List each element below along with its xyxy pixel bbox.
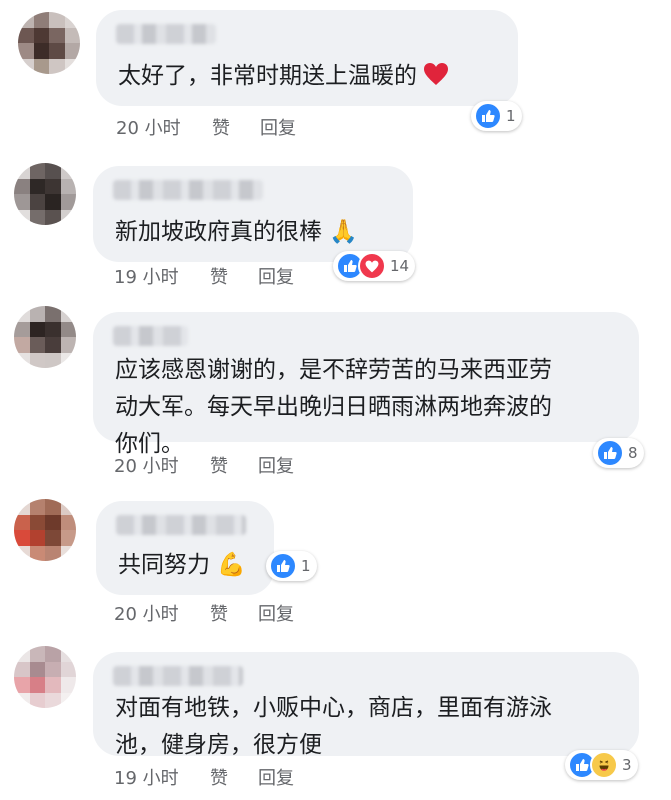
like-link[interactable]: 赞 — [210, 764, 258, 790]
comment-bubble: 共同努力 💪 — [96, 501, 274, 595]
comment-4: 共同努力 💪 1 20 小时 赞 回复 — [0, 485, 671, 630]
like-link[interactable]: 赞 — [210, 452, 258, 478]
avatar[interactable] — [14, 646, 76, 708]
avatar[interactable] — [18, 12, 80, 74]
reaction-summary[interactable]: 8 — [593, 438, 644, 468]
comment-text: 应该感恩谢谢的，是不辞劳苦的马来西亚劳 动大军。每天早出晚归日晒雨淋两地奔波的 … — [115, 357, 552, 457]
love-reaction-icon — [358, 252, 386, 280]
reaction-count: 1 — [506, 107, 516, 125]
comment-meta: 20 小时 赞 回复 — [114, 600, 294, 626]
comment-bubble: 对面有地铁，小贩中心，商店，里面有游泳 池，健身房，很方便 — [93, 652, 639, 758]
comment-text: 新加坡政府真的很棒 🙏 — [115, 219, 358, 245]
comment-bubble: 应该感恩谢谢的，是不辞劳苦的马来西亚劳 动大军。每天早出晚归日晒雨淋两地奔波的 … — [93, 312, 639, 457]
author-name-blurred[interactable] — [113, 180, 263, 200]
comment-meta: 20 小时 赞 回复 — [114, 452, 294, 478]
reaction-count: 8 — [628, 444, 638, 462]
like-reaction-icon — [474, 102, 502, 130]
haha-reaction-icon — [590, 751, 618, 779]
timestamp[interactable]: 20 小时 — [114, 452, 210, 478]
timestamp[interactable]: 19 小时 — [114, 263, 210, 289]
timestamp[interactable]: 19 小时 — [114, 764, 210, 790]
like-reaction-icon — [269, 552, 297, 580]
reaction-count: 14 — [390, 257, 410, 275]
reaction-summary[interactable]: 14 — [333, 251, 416, 281]
timestamp[interactable]: 20 小时 — [114, 600, 210, 626]
comment-text: 共同努力 💪 — [118, 552, 246, 578]
author-name-blurred[interactable] — [116, 24, 216, 44]
timestamp[interactable]: 20 小时 — [116, 114, 212, 140]
comment-text: 太好了，非常时期送上温暖的 — [118, 58, 496, 95]
reaction-count: 3 — [622, 756, 632, 774]
flexed-biceps-emoji-icon: 💪 — [217, 552, 246, 578]
comment-text: 对面有地铁，小贩中心，商店，里面有游泳 池，健身房，很方便 — [115, 695, 552, 758]
heart-emoji-icon — [424, 63, 448, 85]
comment-bubble: 新加坡政府真的很棒 🙏 — [93, 166, 413, 262]
avatar[interactable] — [14, 163, 76, 225]
comment-5: 对面有地铁，小贩中心，商店，里面有游泳 池，健身房，很方便 19 小时 赞 回复… — [0, 630, 671, 800]
like-link[interactable]: 赞 — [212, 114, 260, 140]
like-reaction-icon — [596, 439, 624, 467]
comment-3: 应该感恩谢谢的，是不辞劳苦的马来西亚劳 动大军。每天早出晚归日晒雨淋两地奔波的 … — [0, 290, 671, 485]
like-link[interactable]: 赞 — [210, 600, 258, 626]
reply-link[interactable]: 回复 — [258, 600, 294, 626]
reply-link[interactable]: 回复 — [258, 764, 294, 790]
comment-2: 新加坡政府真的很棒 🙏 19 小时 赞 回复 14 — [0, 145, 671, 290]
reply-link[interactable]: 回复 — [258, 452, 294, 478]
reaction-summary[interactable]: 1 — [266, 551, 317, 581]
like-link[interactable]: 赞 — [210, 263, 258, 289]
folded-hands-emoji-icon: 🙏 — [329, 219, 358, 245]
reaction-summary[interactable]: 3 — [565, 750, 638, 780]
comment-1: 太好了，非常时期送上温暖的 20 小时 赞 回复 1 — [0, 0, 671, 145]
comment-meta: 19 小时 赞 回复 — [114, 764, 294, 790]
reaction-count: 1 — [301, 557, 311, 575]
avatar[interactable] — [14, 306, 76, 368]
reaction-summary[interactable]: 1 — [471, 101, 522, 131]
reply-link[interactable]: 回复 — [260, 114, 296, 140]
author-name-blurred[interactable] — [113, 326, 188, 346]
reply-link[interactable]: 回复 — [258, 263, 294, 289]
author-name-blurred[interactable] — [116, 515, 246, 535]
avatar[interactable] — [14, 499, 76, 561]
comment-bubble: 太好了，非常时期送上温暖的 — [96, 10, 518, 106]
author-name-blurred[interactable] — [113, 666, 243, 686]
comment-meta: 20 小时 赞 回复 — [116, 114, 296, 140]
comment-meta: 19 小时 赞 回复 — [114, 263, 294, 289]
